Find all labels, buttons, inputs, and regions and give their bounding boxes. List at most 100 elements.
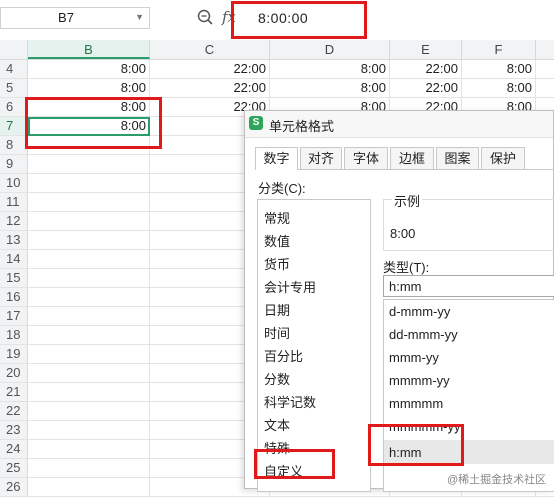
tab-pattern[interactable]: 图案: [436, 147, 479, 169]
cell-b16[interactable]: [28, 288, 150, 306]
cell-b21[interactable]: [28, 383, 150, 401]
row-header[interactable]: 21: [0, 383, 28, 401]
cell-f5[interactable]: 8:00: [462, 79, 536, 97]
category-item-currency[interactable]: 货币: [264, 254, 290, 273]
grid-row: 4 8:00 22:00 8:00 22:00 8:00: [0, 60, 554, 79]
category-item-general[interactable]: 常规: [264, 208, 290, 227]
cell-c4[interactable]: 22:00: [150, 60, 270, 78]
row-header[interactable]: 15: [0, 269, 28, 287]
column-header-e[interactable]: E: [390, 40, 462, 59]
wps-logo-icon: S: [249, 116, 263, 130]
column-header-row: B C D E F: [0, 40, 554, 60]
cell-b20[interactable]: [28, 364, 150, 382]
dialog-title-bar[interactable]: S 单元格格式: [245, 111, 553, 138]
row-header[interactable]: 13: [0, 231, 28, 249]
type-item[interactable]: d-mmm-yy: [389, 304, 450, 319]
cell-b10[interactable]: [28, 174, 150, 192]
cell-c5[interactable]: 22:00: [150, 79, 270, 97]
name-box[interactable]: B7 ▼: [0, 7, 150, 29]
cell-d5[interactable]: 8:00: [270, 79, 390, 97]
category-label: 分类(C):: [258, 181, 306, 196]
category-item-scientific[interactable]: 科学记数: [264, 392, 316, 411]
cell-b5[interactable]: 8:00: [28, 79, 150, 97]
zoom-icon[interactable]: [196, 8, 214, 26]
tab-font[interactable]: 字体: [344, 147, 388, 169]
sample-value: 8:00: [390, 226, 416, 241]
row-header[interactable]: 17: [0, 307, 28, 325]
cell-b18[interactable]: [28, 326, 150, 344]
cell-b17[interactable]: [28, 307, 150, 325]
row-header[interactable]: 9: [0, 155, 28, 173]
cell-b19[interactable]: [28, 345, 150, 363]
cell-b22[interactable]: [28, 402, 150, 420]
column-header-f[interactable]: F: [462, 40, 536, 59]
tab-protection[interactable]: 保护: [481, 147, 525, 169]
cell-b13[interactable]: [28, 231, 150, 249]
custom-highlight-box: [254, 449, 335, 479]
row-header[interactable]: 6: [0, 98, 28, 116]
row-header[interactable]: 5: [0, 79, 28, 97]
cell-b11[interactable]: [28, 193, 150, 211]
row-header[interactable]: 4: [0, 60, 28, 78]
row-header[interactable]: 18: [0, 326, 28, 344]
category-item-time[interactable]: 时间: [264, 323, 290, 342]
column-header-d[interactable]: D: [270, 40, 390, 59]
name-box-value: B7: [58, 10, 74, 25]
column-header-b[interactable]: B: [28, 40, 150, 59]
cell-b14[interactable]: [28, 250, 150, 268]
row-header[interactable]: 19: [0, 345, 28, 363]
dialog-title: 单元格格式: [269, 119, 335, 134]
category-item-number[interactable]: 数值: [264, 231, 290, 250]
type-highlight-box: [368, 424, 464, 466]
row-header[interactable]: 8: [0, 136, 28, 154]
type-item[interactable]: mmmmm: [389, 396, 443, 411]
tab-alignment[interactable]: 对齐: [300, 147, 342, 169]
row-header[interactable]: 16: [0, 288, 28, 306]
cell-b24[interactable]: [28, 440, 150, 458]
sample-label: 示例: [392, 191, 423, 210]
type-input[interactable]: h:mm: [383, 275, 554, 297]
dialog-tabs: 数字 对齐 字体 边框 图案 保护: [255, 147, 554, 170]
cell-b26[interactable]: [28, 478, 150, 496]
category-item-text[interactable]: 文本: [264, 415, 290, 434]
cell-b23[interactable]: [28, 421, 150, 439]
type-label: 类型(T):: [383, 260, 430, 275]
type-item[interactable]: dd-mmm-yy: [389, 327, 458, 342]
sample-group: 示例 8:00: [383, 191, 554, 251]
category-item-date[interactable]: 日期: [264, 300, 290, 319]
select-all-corner[interactable]: [0, 40, 28, 59]
cell-d4[interactable]: 8:00: [270, 60, 390, 78]
grid-row: 5 8:00 22:00 8:00 22:00 8:00: [0, 79, 554, 98]
row-header[interactable]: 22: [0, 402, 28, 420]
cell-f4[interactable]: 8:00: [462, 60, 536, 78]
cell-b12[interactable]: [28, 212, 150, 230]
tab-number[interactable]: 数字: [255, 147, 298, 170]
row-header[interactable]: 23: [0, 421, 28, 439]
row-header[interactable]: 14: [0, 250, 28, 268]
category-item-fraction[interactable]: 分数: [264, 369, 290, 388]
formula-highlight-box: [231, 1, 367, 39]
tab-border[interactable]: 边框: [390, 147, 434, 169]
cell-b9[interactable]: [28, 155, 150, 173]
cell-b25[interactable]: [28, 459, 150, 477]
category-item-accounting[interactable]: 会计专用: [264, 277, 316, 296]
row-header[interactable]: 26: [0, 478, 28, 496]
row-header[interactable]: 24: [0, 440, 28, 458]
cell-e5[interactable]: 22:00: [390, 79, 462, 97]
cell-b4[interactable]: 8:00: [28, 60, 150, 78]
cell-b15[interactable]: [28, 269, 150, 287]
row-header[interactable]: 7: [0, 117, 28, 135]
row-header[interactable]: 25: [0, 459, 28, 477]
type-item[interactable]: mmm-yy: [389, 350, 439, 365]
watermark: @稀土掘金技术社区: [447, 474, 547, 486]
row-header[interactable]: 12: [0, 212, 28, 230]
row-header[interactable]: 11: [0, 193, 28, 211]
cell-e4[interactable]: 22:00: [390, 60, 462, 78]
row-header[interactable]: 20: [0, 364, 28, 382]
row-header[interactable]: 10: [0, 174, 28, 192]
type-item[interactable]: mmmm-yy: [389, 373, 450, 388]
column-header-c[interactable]: C: [150, 40, 270, 59]
chevron-down-icon[interactable]: ▼: [135, 12, 144, 22]
cell-highlight-box: [25, 97, 162, 149]
category-item-percentage[interactable]: 百分比: [264, 346, 303, 365]
